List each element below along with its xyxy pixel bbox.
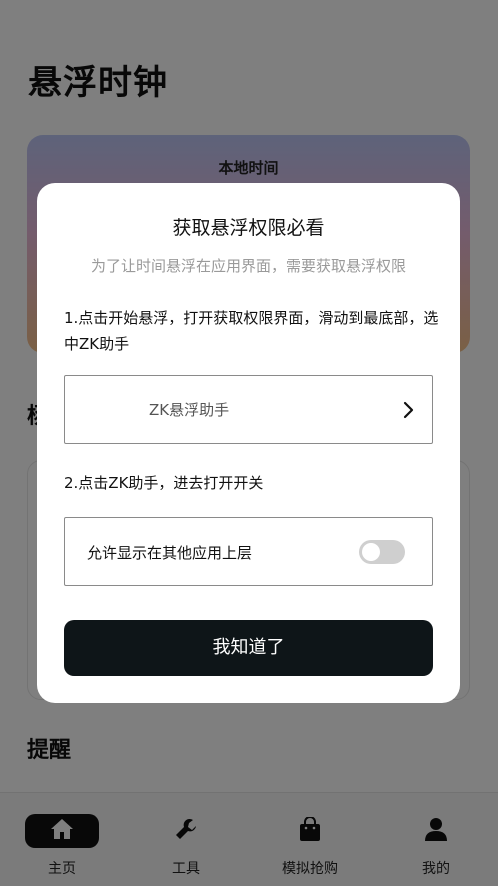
- step2-instruction: 2.点击ZK助手，进去打开开关: [64, 474, 264, 492]
- overlay-permission-label: 允许显示在其他应用上层: [87, 544, 253, 562]
- overlay-permission-row[interactable]: 允许显示在其他应用上层: [64, 517, 433, 586]
- chevron-right-icon: [398, 400, 418, 420]
- dialog-title: 获取悬浮权限必看: [172, 217, 325, 239]
- confirm-button[interactable]: 我知道了: [64, 620, 433, 676]
- permission-dialog: 获取悬浮权限必看 为了让时间悬浮在应用界面，需要获取悬浮权限 1.点击开始悬浮，…: [37, 183, 460, 703]
- step1-instruction: 1.点击开始悬浮，打开获取权限界面，滑动到最底部，选中ZK助手: [64, 309, 439, 353]
- overlay-permission-switch[interactable]: [359, 540, 405, 564]
- zk-helper-row[interactable]: ZK悬浮助手: [64, 375, 433, 444]
- dialog-subtitle: 为了让时间悬浮在应用界面，需要获取悬浮权限: [90, 257, 406, 275]
- switch-knob: [362, 543, 380, 561]
- zk-helper-label: ZK悬浮助手: [149, 401, 230, 419]
